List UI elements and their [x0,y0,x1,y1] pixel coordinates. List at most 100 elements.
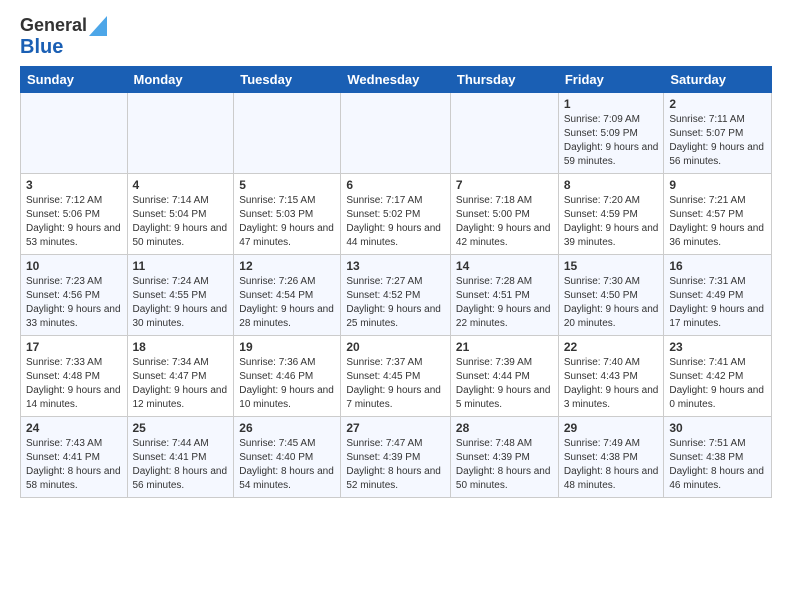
calendar-body: 1 Sunrise: 7:09 AM Sunset: 5:09 PM Daylig… [21,93,772,498]
logo-general: General [20,16,87,36]
day-info: Sunrise: 7:47 AM Sunset: 4:39 PM Dayligh… [346,437,445,493]
day-info: Sunrise: 7:40 AM Sunset: 4:43 PM Dayligh… [564,356,659,412]
calendar-cell: 27Sunrise: 7:47 AM Sunset: 4:39 PM Dayli… [341,417,451,498]
day-number: 21 [456,340,553,354]
day-info: Sunrise: 7:21 AM Sunset: 4:57 PM Dayligh… [669,194,766,250]
day-number: 14 [456,259,553,273]
day-number: 19 [239,340,335,354]
calendar-cell: 28 Sunrise: 7:48 AM Sunset: 4:39 PM Dayli… [450,417,558,498]
day-info: Sunrise: 7:14 AM Sunset: 5:04 PM Dayligh… [133,194,229,250]
calendar-cell: 29 Sunrise: 7:49 AM Sunset: 4:38 PM Dayli… [558,417,664,498]
header-day-thursday: Thursday [450,67,558,93]
header-day-friday: Friday [558,67,664,93]
calendar-cell: 18 Sunrise: 7:34 AM Sunset: 4:47 PM Dayli… [127,336,234,417]
calendar-cell: 12 Sunrise: 7:26 AM Sunset: 4:54 PM Dayli… [234,255,341,336]
calendar-cell [341,93,451,174]
calendar-cell: 9 Sunrise: 7:21 AM Sunset: 4:57 PM Daylig… [664,174,772,255]
day-number: 7 [456,178,553,192]
day-number: 6 [346,178,445,192]
day-info: Sunrise: 7:45 AM Sunset: 4:40 PM Dayligh… [239,437,335,493]
day-info: Sunrise: 7:18 AM Sunset: 5:00 PM Dayligh… [456,194,553,250]
day-info: Sunrise: 7:44 AM Sunset: 4:41 PM Dayligh… [133,437,229,493]
calendar-cell: 14 Sunrise: 7:28 AM Sunset: 4:51 PM Dayli… [450,255,558,336]
calendar-cell: 22 Sunrise: 7:40 AM Sunset: 4:43 PM Dayli… [558,336,664,417]
calendar-cell: 17Sunrise: 7:33 AM Sunset: 4:48 PM Dayli… [21,336,128,417]
day-info: Sunrise: 7:51 AM Sunset: 4:38 PM Dayligh… [669,437,766,493]
week-row-1: 3 Sunrise: 7:12 AM Sunset: 5:06 PM Daylig… [21,174,772,255]
header-row: SundayMondayTuesdayWednesdayThursdayFrid… [21,67,772,93]
calendar-cell: 13Sunrise: 7:27 AM Sunset: 4:52 PM Dayli… [341,255,451,336]
calendar-cell [127,93,234,174]
header-day-saturday: Saturday [664,67,772,93]
day-number: 9 [669,178,766,192]
day-number: 18 [133,340,229,354]
calendar-cell: 10Sunrise: 7:23 AM Sunset: 4:56 PM Dayli… [21,255,128,336]
day-number: 29 [564,421,659,435]
day-number: 11 [133,259,229,273]
day-info: Sunrise: 7:36 AM Sunset: 4:46 PM Dayligh… [239,356,335,412]
calendar-cell: 20 Sunrise: 7:37 AM Sunset: 4:45 PM Dayli… [341,336,451,417]
day-info: Sunrise: 7:09 AM Sunset: 5:09 PM Dayligh… [564,113,659,169]
week-row-0: 1 Sunrise: 7:09 AM Sunset: 5:09 PM Daylig… [21,93,772,174]
day-info: Sunrise: 7:41 AM Sunset: 4:42 PM Dayligh… [669,356,766,412]
day-number: 28 [456,421,553,435]
day-number: 8 [564,178,659,192]
day-number: 5 [239,178,335,192]
day-number: 24 [26,421,122,435]
day-number: 25 [133,421,229,435]
day-info: Sunrise: 7:43 AM Sunset: 4:41 PM Dayligh… [26,437,122,493]
day-number: 20 [346,340,445,354]
day-info: Sunrise: 7:17 AM Sunset: 5:02 PM Dayligh… [346,194,445,250]
calendar-cell: 7 Sunrise: 7:18 AM Sunset: 5:00 PM Daylig… [450,174,558,255]
calendar-cell: 21 Sunrise: 7:39 AM Sunset: 4:44 PM Dayli… [450,336,558,417]
calendar-cell: 1 Sunrise: 7:09 AM Sunset: 5:09 PM Daylig… [558,93,664,174]
calendar-cell: 3 Sunrise: 7:12 AM Sunset: 5:06 PM Daylig… [21,174,128,255]
week-row-3: 17Sunrise: 7:33 AM Sunset: 4:48 PM Dayli… [21,336,772,417]
header-day-monday: Monday [127,67,234,93]
day-number: 3 [26,178,122,192]
calendar-cell: 16Sunrise: 7:31 AM Sunset: 4:49 PM Dayli… [664,255,772,336]
calendar-cell: 23 Sunrise: 7:41 AM Sunset: 4:42 PM Dayli… [664,336,772,417]
day-info: Sunrise: 7:20 AM Sunset: 4:59 PM Dayligh… [564,194,659,250]
header-day-wednesday: Wednesday [341,67,451,93]
calendar-header: SundayMondayTuesdayWednesdayThursdayFrid… [21,67,772,93]
calendar-cell: 30 Sunrise: 7:51 AM Sunset: 4:38 PM Dayli… [664,417,772,498]
day-number: 26 [239,421,335,435]
logo-icon [89,16,107,36]
day-info: Sunrise: 7:28 AM Sunset: 4:51 PM Dayligh… [456,275,553,331]
day-info: Sunrise: 7:15 AM Sunset: 5:03 PM Dayligh… [239,194,335,250]
calendar-cell: 25 Sunrise: 7:44 AM Sunset: 4:41 PM Dayli… [127,417,234,498]
page: General Blue SundayMondayTuesdayWednesda… [0,0,792,508]
day-number: 12 [239,259,335,273]
header-day-sunday: Sunday [21,67,128,93]
day-number: 2 [669,97,766,111]
day-number: 22 [564,340,659,354]
calendar-cell: 8 Sunrise: 7:20 AM Sunset: 4:59 PM Daylig… [558,174,664,255]
day-info: Sunrise: 7:12 AM Sunset: 5:06 PM Dayligh… [26,194,122,250]
calendar-cell [21,93,128,174]
calendar-cell: 15 Sunrise: 7:30 AM Sunset: 4:50 PM Dayli… [558,255,664,336]
day-info: Sunrise: 7:39 AM Sunset: 4:44 PM Dayligh… [456,356,553,412]
calendar-cell [234,93,341,174]
day-number: 30 [669,421,766,435]
day-info: Sunrise: 7:37 AM Sunset: 4:45 PM Dayligh… [346,356,445,412]
calendar-cell: 11 Sunrise: 7:24 AM Sunset: 4:55 PM Dayli… [127,255,234,336]
calendar-cell: 26 Sunrise: 7:45 AM Sunset: 4:40 PM Dayli… [234,417,341,498]
day-number: 23 [669,340,766,354]
day-number: 1 [564,97,659,111]
day-info: Sunrise: 7:30 AM Sunset: 4:50 PM Dayligh… [564,275,659,331]
day-info: Sunrise: 7:26 AM Sunset: 4:54 PM Dayligh… [239,275,335,331]
week-row-2: 10Sunrise: 7:23 AM Sunset: 4:56 PM Dayli… [21,255,772,336]
calendar-cell [450,93,558,174]
day-info: Sunrise: 7:24 AM Sunset: 4:55 PM Dayligh… [133,275,229,331]
day-info: Sunrise: 7:31 AM Sunset: 4:49 PM Dayligh… [669,275,766,331]
header: General Blue [20,16,772,58]
logo: General Blue [20,16,107,58]
calendar-cell: 24 Sunrise: 7:43 AM Sunset: 4:41 PM Dayli… [21,417,128,498]
day-info: Sunrise: 7:48 AM Sunset: 4:39 PM Dayligh… [456,437,553,493]
day-info: Sunrise: 7:49 AM Sunset: 4:38 PM Dayligh… [564,437,659,493]
day-info: Sunrise: 7:27 AM Sunset: 4:52 PM Dayligh… [346,275,445,331]
calendar-cell: 19 Sunrise: 7:36 AM Sunset: 4:46 PM Dayli… [234,336,341,417]
day-number: 15 [564,259,659,273]
day-info: Sunrise: 7:34 AM Sunset: 4:47 PM Dayligh… [133,356,229,412]
